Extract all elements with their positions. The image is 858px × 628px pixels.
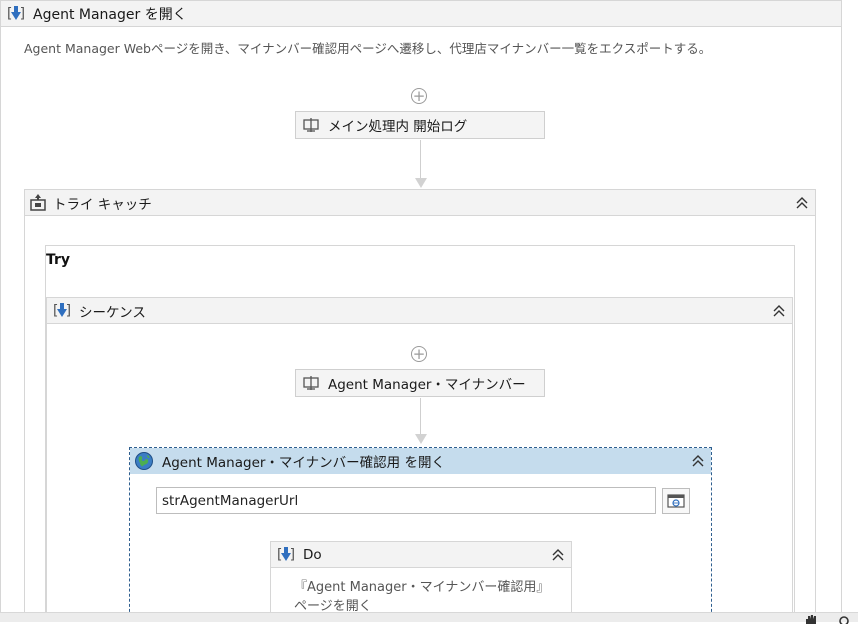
url-input[interactable]: strAgentManagerUrl (156, 487, 656, 514)
globe-icon (135, 452, 153, 470)
collapse-icon[interactable] (691, 454, 705, 468)
try-catch-header[interactable]: トライ キャッチ (24, 189, 816, 216)
add-activity-icon[interactable]: + (411, 346, 427, 362)
log-message-icon (303, 376, 319, 390)
connector-line (420, 398, 421, 434)
outer-description: Agent Manager Webページを開き、マイナンバー確認用ページへ遷移し… (24, 41, 712, 56)
sequence-title: シーケンス (79, 304, 146, 321)
sequence-icon: [ ] (5, 5, 27, 22)
bottom-toolbar (0, 612, 858, 622)
agent-manager-activity-label: Agent Manager・マイナンバー (328, 377, 526, 393)
open-browser-title: Agent Manager・マイナンバー確認用 を開く (162, 455, 445, 471)
do-title: Do (303, 546, 322, 563)
connector-line (420, 140, 421, 178)
pan-hand-icon[interactable] (804, 613, 818, 624)
outer-sequence-header[interactable]: [ ] Agent Manager を開く (0, 0, 842, 27)
agent-manager-activity[interactable]: Agent Manager・マイナンバー (295, 369, 545, 397)
collapse-icon[interactable] (551, 548, 565, 562)
sequence-icon: [ ] (275, 546, 297, 563)
connector-arrow (415, 434, 427, 444)
try-catch-title: トライ キャッチ (53, 196, 152, 213)
browser-window-icon (667, 494, 685, 508)
browser-picker-button[interactable] (662, 488, 690, 514)
add-activity-icon[interactable]: + (411, 88, 427, 104)
log-activity[interactable]: メイン処理内 開始ログ (295, 111, 545, 139)
collapse-icon[interactable] (795, 196, 809, 210)
try-label: Try (46, 252, 71, 268)
try-catch-icon (30, 193, 46, 211)
outer-sequence-title: Agent Manager を開く (33, 6, 187, 23)
collapse-icon[interactable] (772, 304, 786, 318)
do-header[interactable]: [ ] Do (270, 541, 572, 568)
log-message-icon (303, 118, 319, 132)
open-browser-header[interactable]: Agent Manager・マイナンバー確認用 を開く (130, 448, 711, 474)
log-activity-label: メイン処理内 開始ログ (328, 119, 468, 135)
sequence-icon: [ ] (51, 302, 73, 319)
connector-arrow (415, 178, 427, 188)
sequence-header[interactable]: [ ] シーケンス (46, 297, 793, 324)
do-annotation: 『Agent Manager・マイナンバー確認用』ページを開く (294, 580, 543, 614)
zoom-icon[interactable] (838, 613, 852, 626)
